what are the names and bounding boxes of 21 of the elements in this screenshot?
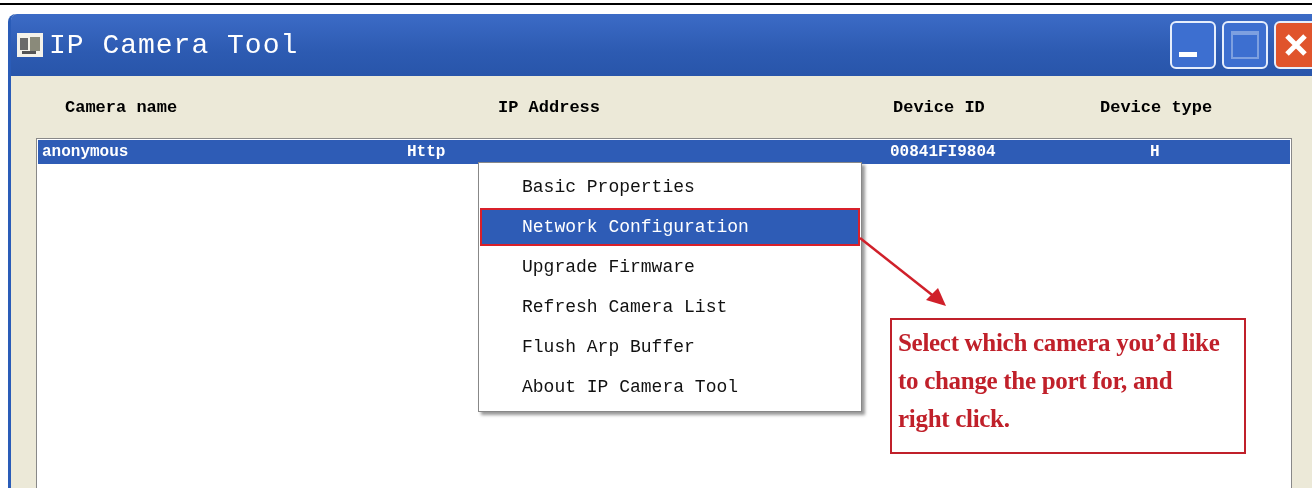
maximize-button[interactable] xyxy=(1222,21,1268,69)
callout-note: Select which camera you’d like to change the port for, and right click. xyxy=(890,318,1246,454)
close-button[interactable] xyxy=(1274,21,1312,69)
table-cell-text: 00841FI9804 xyxy=(890,143,997,161)
column-header[interactable]: Camera name xyxy=(65,97,498,117)
app-icon xyxy=(17,33,43,57)
table-cell-text: Http xyxy=(407,143,447,161)
menu-item[interactable]: Basic Properties xyxy=(480,168,860,206)
table-cell: H xyxy=(1150,143,1160,161)
menu-item[interactable]: Network Configuration xyxy=(480,208,860,246)
table-cell-text: anonymous xyxy=(42,143,130,161)
minimize-button[interactable] xyxy=(1170,21,1216,69)
menu-item[interactable]: Upgrade Firmware xyxy=(480,248,860,286)
column-header[interactable]: Device type xyxy=(1100,97,1213,117)
menu-item[interactable]: Flush Arp Buffer xyxy=(480,328,860,366)
camera-row[interactable]: anonymous Http 00841FI9804 H xyxy=(38,140,1290,164)
window-title: IP Camera Tool xyxy=(49,29,299,61)
column-header[interactable]: IP Address xyxy=(498,97,893,117)
menu-item[interactable]: About IP Camera Tool xyxy=(480,368,860,406)
column-header[interactable]: Device ID xyxy=(893,97,1100,117)
menu-item[interactable]: Refresh Camera List xyxy=(480,288,860,326)
